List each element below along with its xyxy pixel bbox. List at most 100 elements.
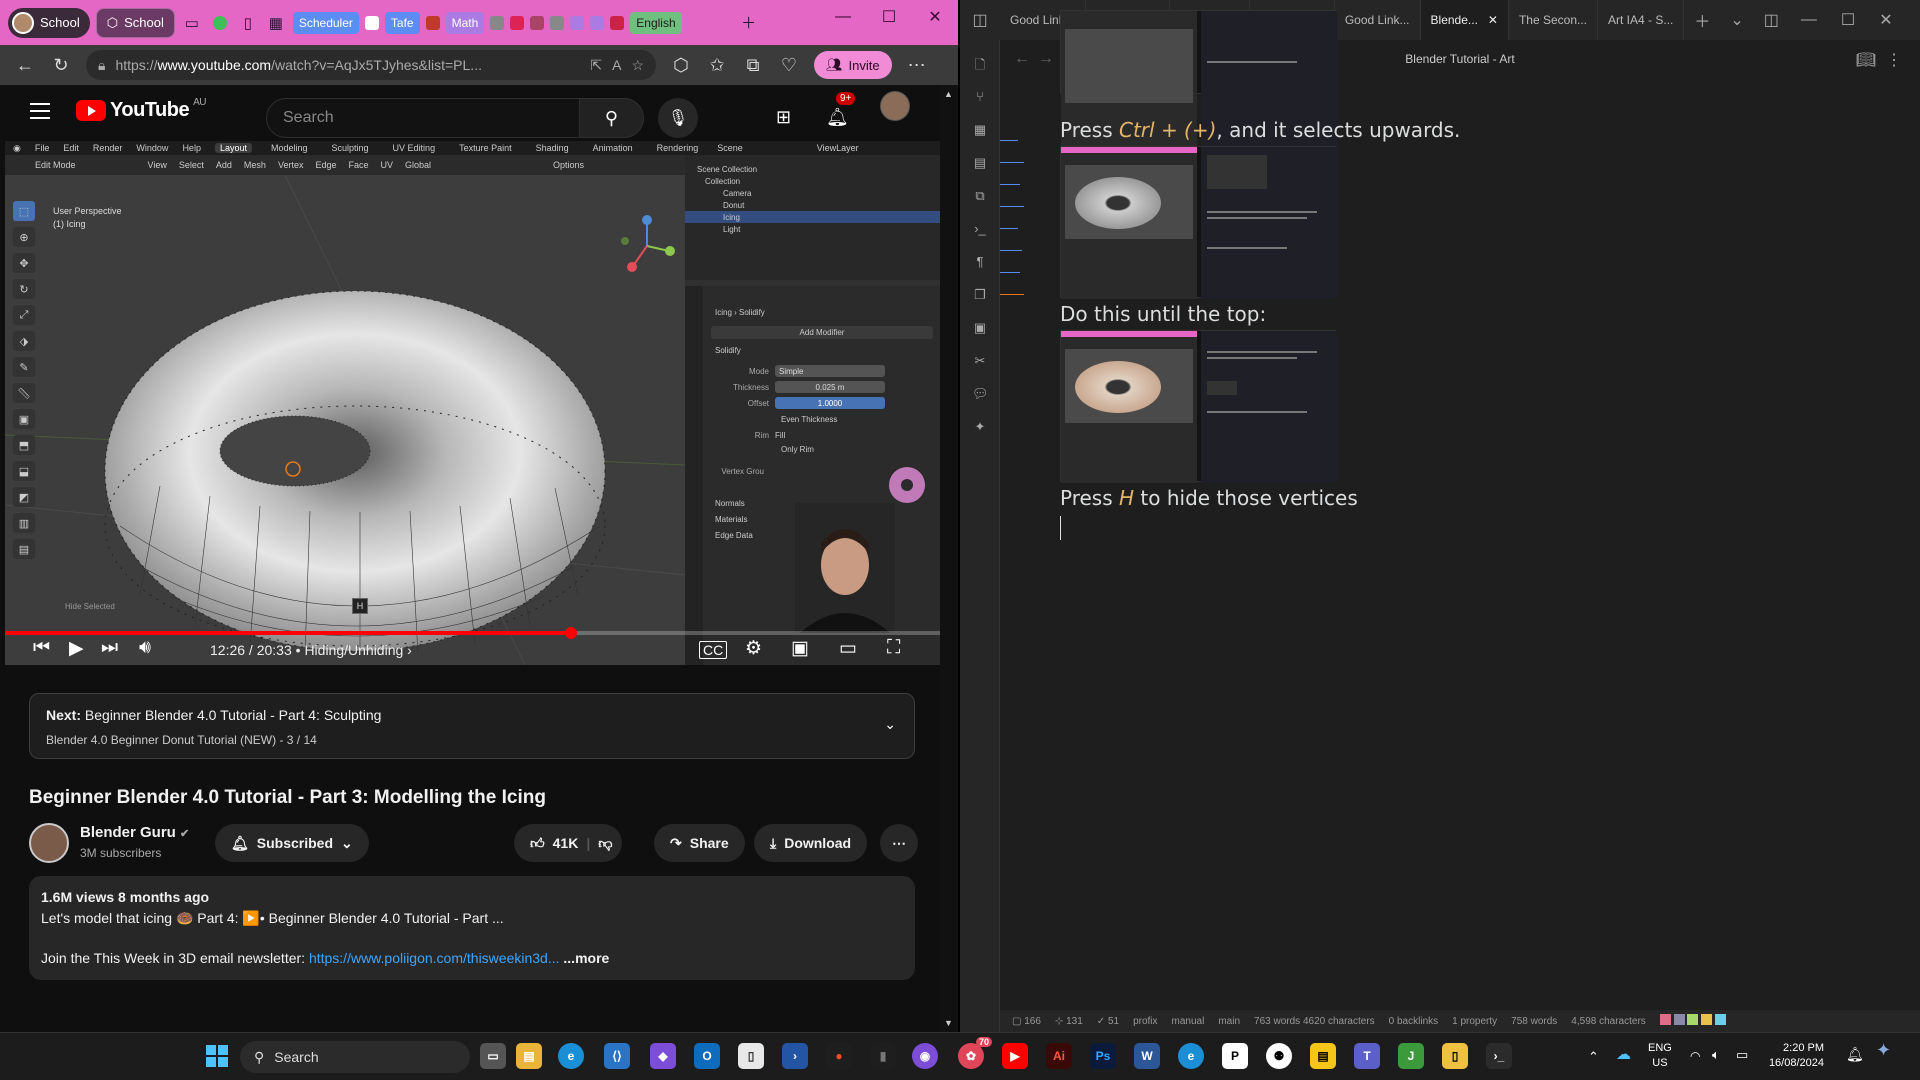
app-round-icon[interactable]: ⚉ bbox=[1266, 1043, 1292, 1069]
youtube-app-icon[interactable]: ▶ bbox=[1002, 1043, 1028, 1069]
reading-view-icon[interactable]: 📖︎ bbox=[1856, 50, 1876, 70]
figma-icon[interactable]: ● bbox=[826, 1043, 852, 1069]
minimize-icon[interactable]: — bbox=[1789, 11, 1829, 29]
new-tab-icon[interactable]: ＋ bbox=[1684, 8, 1720, 32]
github-desktop-icon[interactable]: ◉ bbox=[912, 1043, 938, 1069]
theater-mode-icon[interactable]: ▭ bbox=[839, 637, 857, 660]
tab-favicon[interactable] bbox=[364, 15, 379, 30]
task-view-icon[interactable]: ▭ bbox=[480, 1043, 506, 1069]
tab-group-english[interactable]: English bbox=[630, 11, 682, 34]
teams-icon[interactable]: T bbox=[1354, 1043, 1380, 1069]
terminal-icon[interactable]: ›_ bbox=[972, 221, 988, 237]
photoshop-icon[interactable]: Ps bbox=[1090, 1043, 1116, 1069]
account-avatar[interactable] bbox=[880, 91, 910, 121]
status-profile[interactable]: profix bbox=[1133, 1016, 1157, 1027]
browser-essentials-icon[interactable]: ♡ bbox=[778, 55, 800, 76]
tab-favicon[interactable] bbox=[610, 15, 625, 30]
files-app-icon[interactable]: ▯ bbox=[1442, 1043, 1468, 1069]
miniplayer-icon[interactable]: ▣ bbox=[791, 637, 809, 660]
tab-favicon[interactable] bbox=[550, 15, 565, 30]
invite-button[interactable]: 👥︎ Invite bbox=[814, 51, 892, 79]
minimize-icon[interactable]: — bbox=[820, 0, 866, 34]
paragraph-icon[interactable]: ¶ bbox=[972, 254, 988, 270]
outlook-icon[interactable]: O bbox=[694, 1043, 720, 1069]
note-tab[interactable]: Good Link... bbox=[1335, 0, 1421, 40]
refresh-icon[interactable]: ↻ bbox=[50, 55, 72, 76]
pinned-doc-icon[interactable]: ▯ bbox=[237, 12, 259, 34]
maximize-icon[interactable]: ☐ bbox=[1829, 10, 1867, 30]
calendar-icon[interactable]: ▤ bbox=[972, 155, 988, 171]
playlist-next-card[interactable]: Next: Beginner Blender 4.0 Tutorial - Pa… bbox=[29, 693, 915, 759]
favorites-icon[interactable]: ✩ bbox=[706, 55, 728, 76]
create-video-icon[interactable]: ⊞ bbox=[776, 107, 791, 128]
graph-icon[interactable]: ⑂ bbox=[972, 89, 988, 105]
onedrive-icon[interactable]: ☁ bbox=[1616, 1047, 1631, 1062]
close-icon[interactable]: ✕ bbox=[912, 0, 958, 34]
templates-icon[interactable]: ❐ bbox=[972, 287, 988, 303]
newsletter-link[interactable]: https://www.poliigon.com/thisweekin3d... bbox=[309, 950, 560, 966]
tab-favicon[interactable] bbox=[425, 15, 440, 30]
slides-icon[interactable]: ▣ bbox=[972, 320, 988, 336]
voice-search-button[interactable]: 🎙︎ bbox=[658, 98, 698, 138]
tab-favicon[interactable] bbox=[490, 15, 505, 30]
status-properties[interactable]: 1 property bbox=[1452, 1016, 1497, 1027]
tab-actions-icon[interactable]: ▭ bbox=[181, 12, 203, 34]
obsidian-icon[interactable]: ◆ bbox=[650, 1043, 676, 1069]
channel-name[interactable]: Blender Guru ✔ bbox=[80, 824, 189, 841]
notification-bell-icon[interactable]: 🔔︎ bbox=[1846, 1047, 1864, 1062]
close-icon[interactable]: ✕ bbox=[1867, 10, 1904, 30]
tab-list-icon[interactable]: ⌄ bbox=[1720, 10, 1753, 30]
more-menu-icon[interactable]: ⋯ bbox=[906, 55, 928, 76]
back-icon[interactable]: ← bbox=[14, 55, 36, 76]
tab-favicon[interactable] bbox=[570, 15, 585, 30]
windows-start-icon[interactable] bbox=[204, 1043, 230, 1069]
sidebar-toggle-icon[interactable]: ◫ bbox=[960, 0, 1000, 40]
search-input[interactable]: Search bbox=[266, 98, 580, 138]
tab-favicon[interactable] bbox=[510, 15, 525, 30]
tab-group-math[interactable]: Math bbox=[445, 11, 485, 34]
thumbs-down-icon[interactable]: 👎︎ bbox=[598, 835, 612, 852]
copy-icon[interactable]: ⧉ bbox=[972, 188, 988, 204]
close-tab-icon[interactable]: ✕ bbox=[1488, 13, 1498, 27]
extensions-icon[interactable]: ⬡ bbox=[670, 55, 692, 76]
video-player[interactable]: ◉ File Edit Render Window Help Layout Mo… bbox=[5, 141, 940, 665]
edge-dev-icon[interactable]: e bbox=[1178, 1043, 1204, 1069]
pinned-doc2-icon[interactable]: ▦ bbox=[265, 12, 287, 34]
search-button[interactable]: ⚲ bbox=[580, 98, 644, 138]
captions-icon[interactable]: CC bbox=[699, 641, 728, 659]
wifi-icon[interactable]: ◠ bbox=[1690, 1049, 1700, 1064]
sparkle-icon[interactable]: ✦ bbox=[972, 419, 988, 435]
chapter-label[interactable]: Hiding/Unhiding bbox=[304, 642, 403, 658]
word-icon[interactable]: W bbox=[1134, 1043, 1160, 1069]
menu-icon[interactable] bbox=[30, 103, 50, 124]
maximize-icon[interactable]: ☐ bbox=[866, 0, 912, 34]
scroll-down-icon[interactable]: ▼ bbox=[944, 1018, 953, 1028]
previous-icon[interactable]: ⏮ bbox=[33, 637, 50, 659]
more-actions-button[interactable]: ⋯ bbox=[880, 824, 918, 862]
note-tab-active[interactable]: Blende... ✕ bbox=[1420, 0, 1509, 40]
illustrator-icon[interactable]: Ai bbox=[1046, 1043, 1072, 1069]
channel-avatar[interactable] bbox=[29, 823, 69, 863]
files-icon[interactable]: 🗋︎ bbox=[972, 56, 988, 72]
scroll-up-icon[interactable]: ▲ bbox=[944, 89, 953, 99]
taskbar-search[interactable]: ⚲ Search bbox=[240, 1041, 470, 1073]
volume-icon[interactable]: 🔈︎ bbox=[1712, 1047, 1720, 1062]
status-branch[interactable]: main bbox=[1218, 1016, 1240, 1027]
edge-icon[interactable]: e bbox=[558, 1043, 584, 1069]
workspace-button[interactable]: ⬡ School bbox=[95, 7, 175, 38]
file-explorer-icon[interactable]: ▤ bbox=[516, 1043, 542, 1069]
clock[interactable]: 2:20 PM 16/08/2024 bbox=[1758, 1041, 1824, 1071]
app-green-icon[interactable]: J bbox=[1398, 1043, 1424, 1069]
language-indicator[interactable]: ENG US bbox=[1648, 1041, 1672, 1071]
comment-icon[interactable]: 💬︎ bbox=[972, 386, 989, 402]
youtube-logo[interactable]: YouTube AU bbox=[76, 97, 206, 122]
copilot-icon[interactable]: ✦ bbox=[1876, 1041, 1891, 1059]
notifications-bell-icon[interactable]: 🔔︎ bbox=[826, 107, 849, 128]
note-tab[interactable]: Art IA4 - S... bbox=[1598, 0, 1685, 40]
tools-icon[interactable]: ✂ bbox=[972, 353, 988, 369]
powershell-icon[interactable]: › bbox=[782, 1043, 808, 1069]
next-icon[interactable]: ⏭ bbox=[101, 637, 118, 659]
tab-favicon[interactable] bbox=[590, 15, 605, 30]
show-more-link[interactable]: ...more bbox=[563, 950, 609, 966]
color-swatches[interactable] bbox=[1659, 1014, 1726, 1028]
